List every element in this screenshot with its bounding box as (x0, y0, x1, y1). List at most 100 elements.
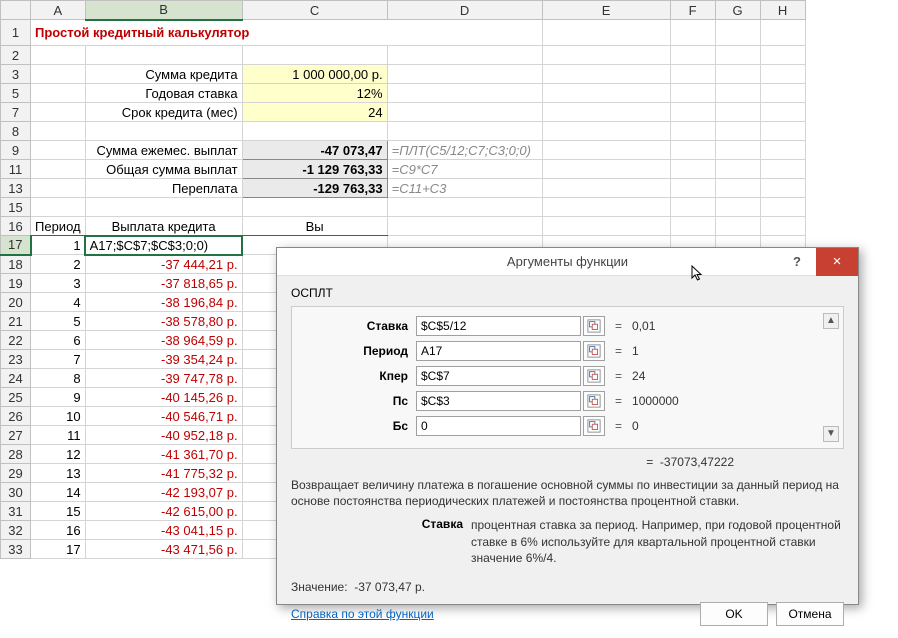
cell-period[interactable]: 17 (31, 540, 86, 559)
row-header-7[interactable]: 7 (1, 103, 31, 122)
arg-input-Пс[interactable] (416, 391, 581, 411)
row-header-9[interactable]: 9 (1, 141, 31, 160)
cell[interactable] (670, 160, 715, 179)
cell-payment[interactable]: -42 193,07 р. (85, 483, 242, 502)
col-header-F[interactable]: F (670, 1, 715, 20)
args-scroll-down[interactable]: ▼ (823, 426, 839, 442)
cell-payment[interactable]: -38 964,59 р. (85, 331, 242, 350)
calc-total[interactable]: -1 129 763,33 (242, 160, 387, 179)
cell[interactable] (715, 122, 760, 141)
row-header-21[interactable]: 21 (1, 312, 31, 331)
input-term[interactable]: 24 (242, 103, 387, 122)
cell-payment[interactable]: -43 041,15 р. (85, 521, 242, 540)
row-header-24[interactable]: 24 (1, 369, 31, 388)
label-payment[interactable]: Сумма ежемес. выплат (85, 141, 242, 160)
cell-payment[interactable]: -41 361,70 р. (85, 445, 242, 464)
arg-input-Бс[interactable] (416, 416, 581, 436)
ok-button[interactable]: OK (700, 602, 768, 626)
row-header-19[interactable]: 19 (1, 274, 31, 293)
cell[interactable] (715, 65, 760, 84)
cell-payment[interactable]: -40 546,71 р. (85, 407, 242, 426)
hdr-vy[interactable]: Вы (242, 217, 387, 236)
cell-payment[interactable]: -38 196,84 р. (85, 293, 242, 312)
row-header-16[interactable]: 16 (1, 217, 31, 236)
cell[interactable] (542, 198, 670, 217)
col-header-C[interactable]: C (242, 1, 387, 20)
cell[interactable] (760, 198, 805, 217)
formula-over[interactable]: =C11+C3 (387, 179, 542, 198)
formula-payment[interactable]: =ПЛТ(C5/12;C7;C3;0;0) (387, 141, 542, 160)
range-picker-icon[interactable] (583, 366, 605, 386)
cell-period[interactable]: 15 (31, 502, 86, 521)
cell-payment[interactable]: -38 578,80 р. (85, 312, 242, 331)
row-header-3[interactable]: 3 (1, 65, 31, 84)
help-button[interactable]: ? (780, 248, 814, 276)
cell-period[interactable]: 2 (31, 255, 86, 274)
cell[interactable] (387, 122, 542, 141)
cell[interactable] (760, 122, 805, 141)
cell-period[interactable]: 5 (31, 312, 86, 331)
cell-period[interactable]: 7 (31, 350, 86, 369)
cell[interactable] (387, 65, 542, 84)
label-term[interactable]: Срок кредита (мес) (85, 103, 242, 122)
cell[interactable] (542, 179, 670, 198)
cell-period[interactable]: 8 (31, 369, 86, 388)
cell[interactable] (670, 198, 715, 217)
dialog-titlebar[interactable]: Аргументы функции ? × (277, 248, 858, 276)
cell[interactable] (670, 84, 715, 103)
range-picker-icon[interactable] (583, 316, 605, 336)
col-header-B[interactable]: B (85, 1, 242, 20)
row-header-27[interactable]: 27 (1, 426, 31, 445)
row-header-32[interactable]: 32 (1, 521, 31, 540)
arg-input-Кпер[interactable] (416, 366, 581, 386)
cell[interactable] (715, 20, 760, 46)
row-header-11[interactable]: 11 (1, 160, 31, 179)
label-over[interactable]: Переплата (85, 179, 242, 198)
cell-payment[interactable]: -37 818,65 р. (85, 274, 242, 293)
row-header-28[interactable]: 28 (1, 445, 31, 464)
cell[interactable] (542, 141, 670, 160)
row-header-30[interactable]: 30 (1, 483, 31, 502)
range-picker-icon[interactable] (583, 341, 605, 361)
cell-period[interactable]: 9 (31, 388, 86, 407)
row-header-15[interactable]: 15 (1, 198, 31, 217)
cell[interactable] (670, 217, 715, 236)
row-header-26[interactable]: 26 (1, 407, 31, 426)
cell[interactable] (715, 103, 760, 122)
calc-over[interactable]: -129 763,33 (242, 179, 387, 198)
hdr-period[interactable]: Период (31, 217, 86, 236)
cell[interactable] (760, 217, 805, 236)
cell[interactable] (542, 65, 670, 84)
cell-payment[interactable]: -39 747,78 р. (85, 369, 242, 388)
range-picker-icon[interactable] (583, 391, 605, 411)
cell[interactable] (670, 141, 715, 160)
row-header-5[interactable]: 5 (1, 84, 31, 103)
col-header-A[interactable]: A (31, 1, 86, 20)
row-header-2[interactable]: 2 (1, 46, 31, 65)
row-header-20[interactable]: 20 (1, 293, 31, 312)
row-header-18[interactable]: 18 (1, 255, 31, 274)
cell[interactable] (542, 84, 670, 103)
label-loan-amount[interactable]: Сумма кредита (85, 65, 242, 84)
row-header-33[interactable]: 33 (1, 540, 31, 559)
close-button[interactable]: × (816, 248, 858, 276)
cell[interactable] (715, 198, 760, 217)
cell[interactable] (670, 20, 715, 46)
cell[interactable] (387, 103, 542, 122)
corner-cell[interactable] (1, 1, 31, 20)
cell-payment[interactable]: -41 775,32 р. (85, 464, 242, 483)
arg-input-Ставка[interactable] (416, 316, 581, 336)
cell-period[interactable]: 14 (31, 483, 86, 502)
row-header-29[interactable]: 29 (1, 464, 31, 483)
cell-payment[interactable]: -40 145,26 р. (85, 388, 242, 407)
cell[interactable] (760, 103, 805, 122)
cell-period[interactable]: 3 (31, 274, 86, 293)
cell[interactable] (760, 141, 805, 160)
input-rate[interactable]: 12% (242, 84, 387, 103)
cell[interactable] (542, 20, 670, 46)
cell[interactable] (542, 160, 670, 179)
cell[interactable] (542, 103, 670, 122)
cell[interactable] (760, 20, 805, 46)
cell-period[interactable]: 1 (31, 236, 86, 255)
row-header-22[interactable]: 22 (1, 331, 31, 350)
